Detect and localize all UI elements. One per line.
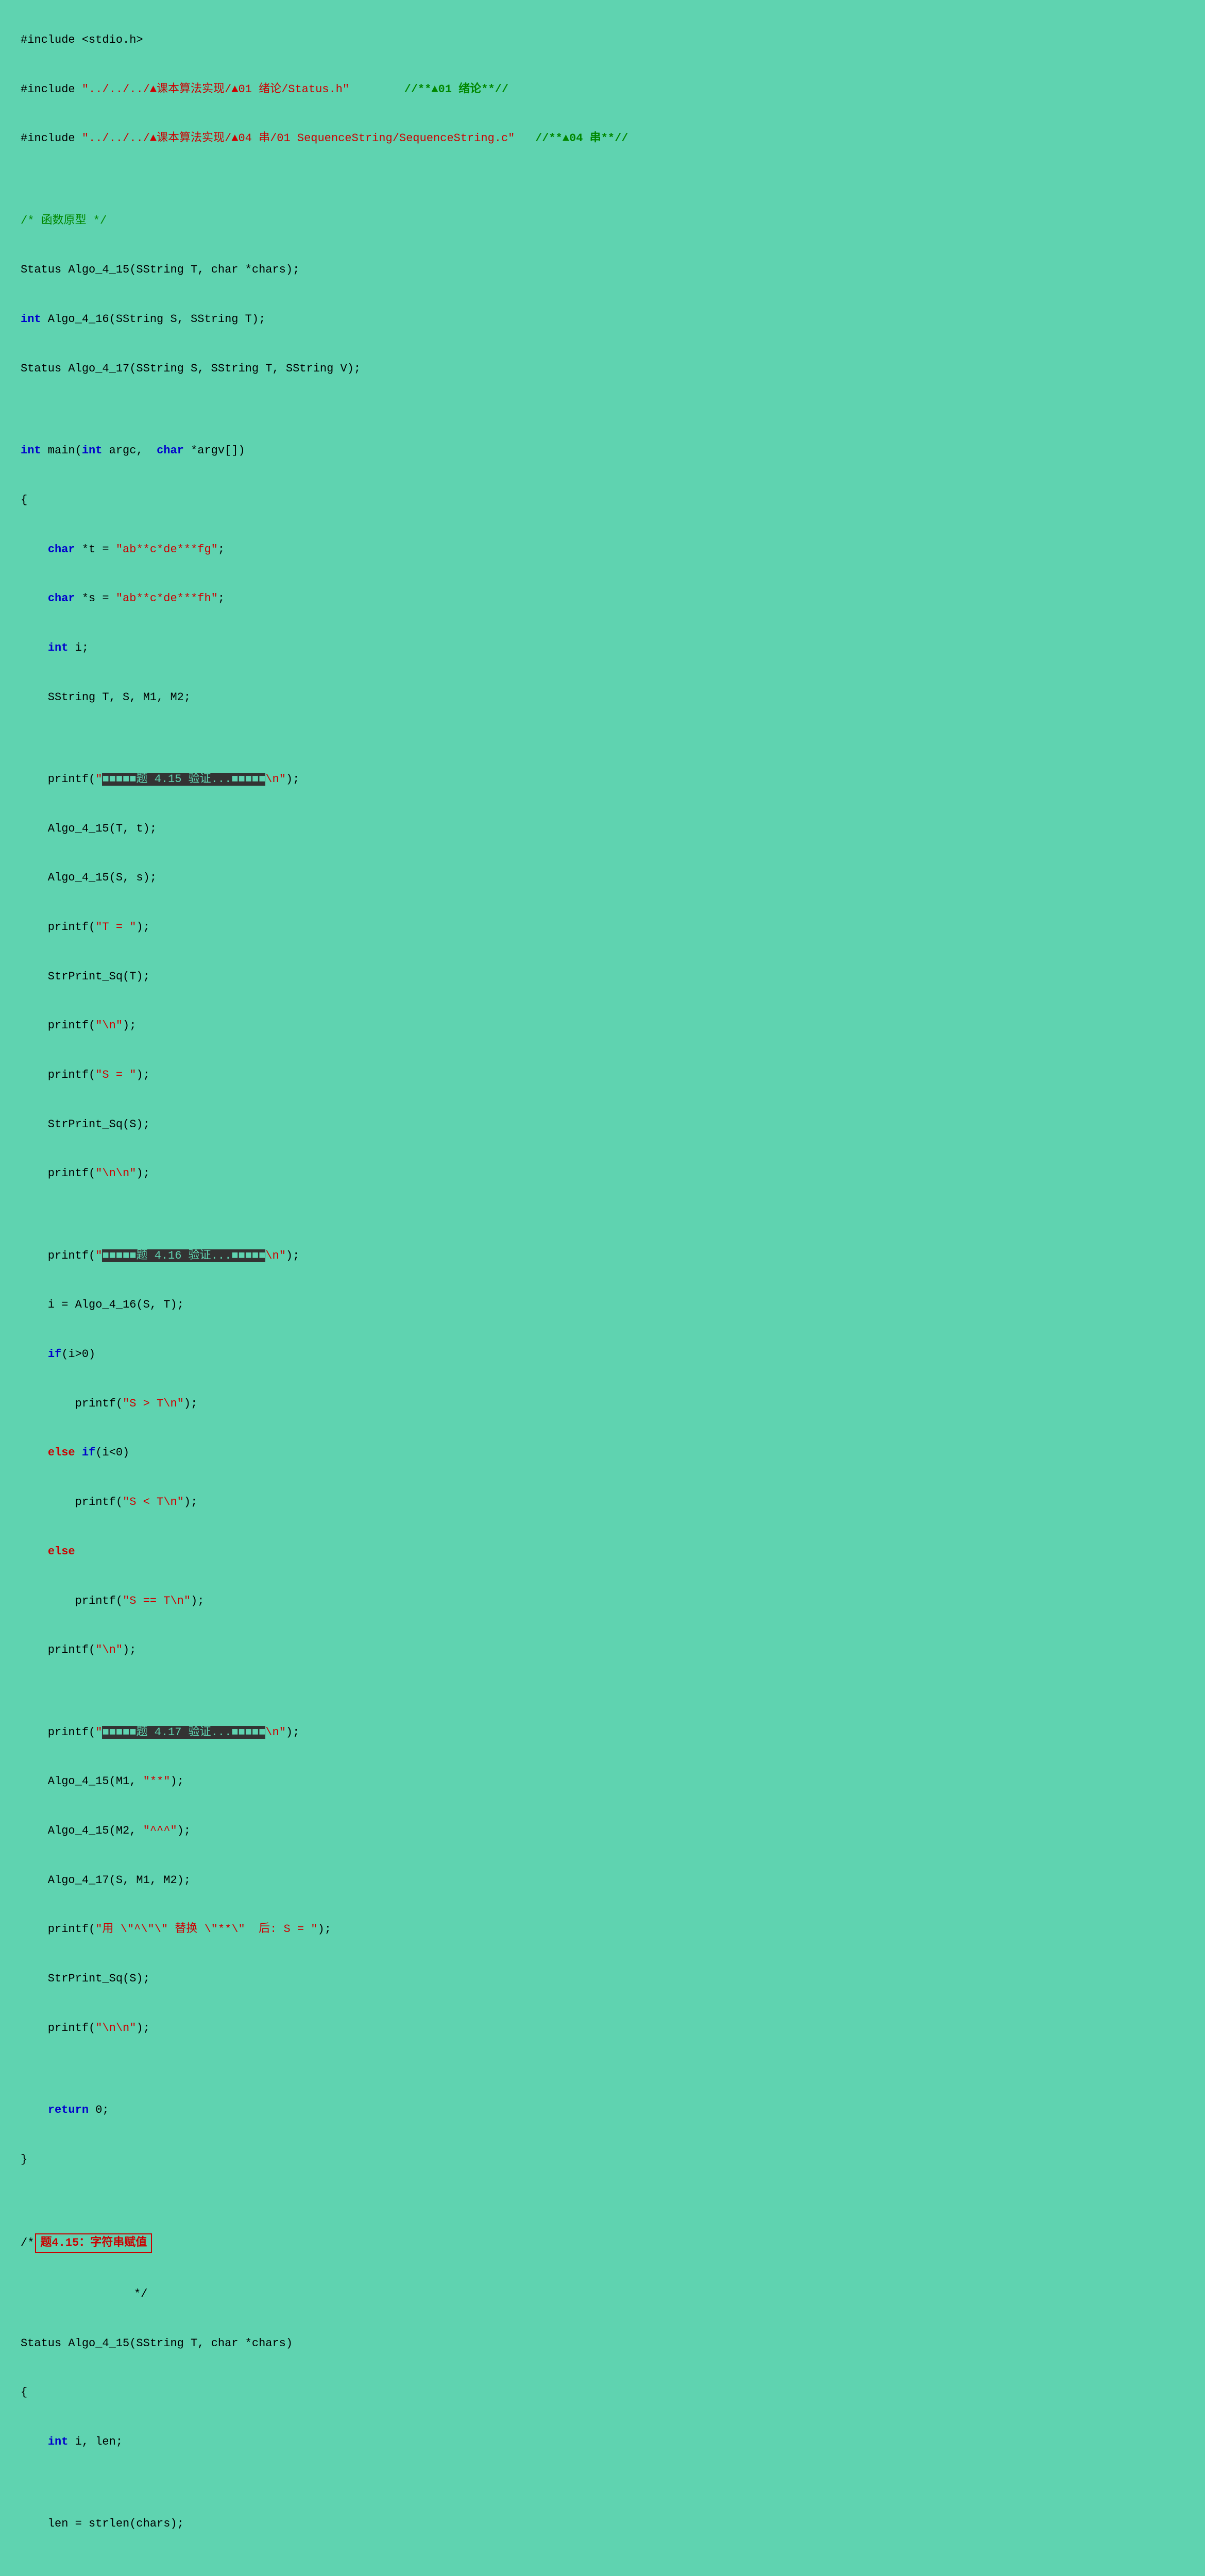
line-strprint-s2: StrPrint_Sq(S); xyxy=(21,1972,150,1985)
line-char-t: char *t = "ab**c*de***fg"; xyxy=(21,543,225,556)
line-int-i: int i; xyxy=(21,641,89,654)
line-printf-417: printf("■■■■■题 4.17 验证...■■■■■\n"); xyxy=(21,1726,299,1739)
line-printf-slt: printf("S < T\n"); xyxy=(21,1496,197,1509)
line-printf-sgt: printf("S > T\n"); xyxy=(21,1397,197,1410)
line-comment-prototype: /* 函数原型 */ xyxy=(21,214,107,227)
line-close-brace-main: } xyxy=(21,2153,27,2166)
line-printf-nn1: printf("\n\n"); xyxy=(21,1167,150,1180)
line-printf-seq: printf("S == T\n"); xyxy=(21,1595,204,1607)
line-printf-415: printf("■■■■■题 4.15 验证...■■■■■\n"); xyxy=(21,773,299,786)
line-algo415-t: Algo_4_15(T, t); xyxy=(21,822,157,835)
code-container: #include <stdio.h> #include "../../../▲课… xyxy=(21,15,1184,2576)
line-proto-17: Status Algo_4_17(SString S, SString T, S… xyxy=(21,362,361,375)
line-include-seq: #include "../../../▲课本算法实现/▲04 串/01 Sequ… xyxy=(21,132,628,145)
line-return0: return 0; xyxy=(21,2104,109,2116)
line-proto-15: Status Algo_4_15(SString T, char *chars)… xyxy=(21,263,299,276)
line-printf-S: printf("S = "); xyxy=(21,1069,150,1081)
line-open-brace-415: { xyxy=(21,2386,27,2399)
line-algo415-decl: Status Algo_4_15(SString T, char *chars) xyxy=(21,2337,293,2350)
line-algo415-m2: Algo_4_15(M2, "^^^"); xyxy=(21,1824,191,1837)
line-strprint-T: StrPrint_Sq(T); xyxy=(21,970,150,983)
line-printf-replace: printf("用 \"^\"\" 替换 \"**\" 后: S = "); xyxy=(21,1923,331,1936)
line-open-brace-main: { xyxy=(21,494,27,506)
line-printf-T: printf("T = "); xyxy=(21,921,150,934)
line-int-i-len: int i, len; xyxy=(21,2435,123,2448)
box-comment-415-end: */ xyxy=(21,2287,147,2300)
line-printf-n2: printf("\n"); xyxy=(21,1643,136,1656)
line-algo416: i = Algo_4_16(S, T); xyxy=(21,1298,184,1311)
line-algo415-m1: Algo_4_15(M1, "**"); xyxy=(21,1775,184,1788)
line-proto-16: int Algo_4_16(SString S, SString T); xyxy=(21,313,265,326)
line-printf-newline1: printf("\n"); xyxy=(21,1019,136,1032)
line-sstring-decl: SString T, S, M1, M2; xyxy=(21,691,191,704)
line-include-stdio: #include <stdio.h> xyxy=(21,33,143,46)
box-comment-415-start: /* xyxy=(21,2236,34,2249)
line-else-if-i-lt: else if(i<0) xyxy=(21,1446,129,1459)
line-strprint-S: StrPrint_Sq(S); xyxy=(21,1118,150,1131)
line-algo415-s: Algo_4_15(S, s); xyxy=(21,871,157,884)
line-printf-nn2: printf("\n\n"); xyxy=(21,2022,150,2035)
line-algo417: Algo_4_17(S, M1, M2); xyxy=(21,1874,191,1887)
line-include-status: #include "../../../▲课本算法实现/▲01 绪论/Status… xyxy=(21,83,508,96)
line-if-i-gt: if(i>0) xyxy=(21,1348,95,1361)
box-comment-415-text: 题4.15：字符串赋值 xyxy=(40,2236,147,2249)
line-printf-416: printf("■■■■■题 4.16 验证...■■■■■\n"); xyxy=(21,1249,299,1262)
line-char-s: char *s = "ab**c*de***fh"; xyxy=(21,592,225,605)
line-else1: else xyxy=(21,1545,75,1558)
line-strlen: len = strlen(chars); xyxy=(21,2517,184,2530)
line-main-decl: int main(int argc, char *argv[]) xyxy=(21,444,245,457)
